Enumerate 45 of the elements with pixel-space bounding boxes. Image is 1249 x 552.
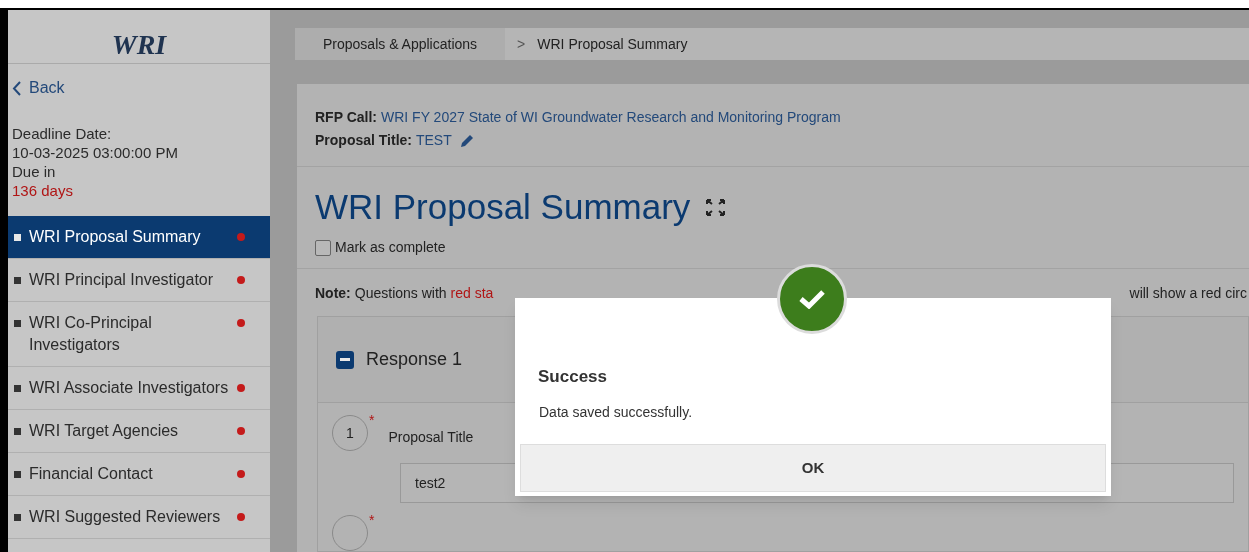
due-label: Due in — [12, 162, 57, 181]
proposal-title-value: TEST — [416, 131, 452, 150]
back-link[interactable]: Back — [8, 76, 69, 100]
due-value: 136 days — [12, 181, 74, 200]
expand-icon[interactable] — [706, 198, 726, 216]
sidebar-item[interactable]: WRI Suggested Reviewers — [8, 496, 270, 539]
sidebar-item[interactable]: WRI Principal Investigator — [8, 259, 270, 302]
sidebar-item[interactable]: WRI Co-Principal Investigators — [8, 302, 270, 367]
sidebar-item[interactable]: WRI Proposal Summary — [8, 216, 270, 259]
deadline-date: 10-03-2025 03:00:00 PM — [12, 143, 179, 162]
deadline-label: Deadline Date: — [12, 124, 113, 143]
rfp-link[interactable]: WRI FY 2027 State of WI Groundwater Research and Monitoring Program — [381, 106, 841, 129]
note-text: will show a red circ — [1129, 284, 1247, 303]
breadcrumb-link[interactable]: Proposals & Applications — [295, 28, 506, 60]
breadcrumb-separator: > — [516, 34, 527, 54]
response-title: Response 1 — [366, 348, 463, 371]
ok-button[interactable]: OK — [520, 444, 1106, 492]
sidebar-item[interactable]: WRI Associate Investigators — [8, 367, 270, 410]
question-number: 1 — [332, 415, 368, 451]
sidebar-item[interactable]: Financial Contact — [8, 453, 270, 496]
rfp-label: RFP Call: — [315, 108, 377, 127]
proposal-title-label: Proposal Title: — [315, 131, 412, 150]
pencil-icon[interactable] — [459, 133, 474, 148]
bullet-icon — [14, 320, 21, 327]
logo-text: WRI — [111, 31, 167, 59]
note-label: Note: — [315, 284, 351, 303]
bullet-icon — [14, 471, 21, 478]
dialog-title: Success — [538, 366, 608, 388]
breadcrumb-link[interactable]: WRI Proposal Summary — [537, 28, 688, 60]
chevron-left-icon — [12, 80, 21, 96]
note-text: red sta — [450, 284, 494, 303]
collapse-icon[interactable] — [336, 350, 354, 369]
sidebar-item[interactable]: WRI Target Agencies — [8, 410, 270, 453]
required-asterisk: * — [369, 513, 375, 527]
page-title: WRI Proposal Summary — [315, 186, 691, 228]
bullet-icon — [14, 428, 21, 435]
bullet-icon — [14, 514, 21, 521]
mark-complete-checkbox[interactable]: Mark as complete — [315, 237, 446, 258]
bullet-icon — [14, 385, 21, 392]
bullet-icon — [14, 277, 21, 284]
bullet-icon — [14, 234, 21, 241]
question-label: Proposal Title — [388, 428, 474, 447]
note-text: Questions with — [354, 284, 447, 303]
dialog-message: Data saved successfully. — [539, 402, 694, 422]
required-asterisk: * — [369, 413, 375, 427]
